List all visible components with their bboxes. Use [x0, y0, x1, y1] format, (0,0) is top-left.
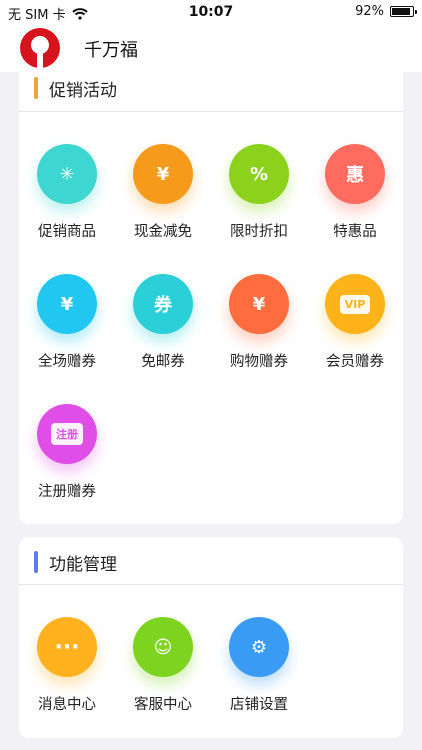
status-bar: 无 SIM 卡 10:07 92%: [0, 0, 422, 24]
grid-item-label: 现金减免: [134, 224, 192, 240]
grid-item[interactable]: ⚙ 店铺设置: [211, 617, 307, 727]
grid-item-label: 客服中心: [134, 697, 192, 713]
customer-service-icon: ☺: [133, 617, 193, 677]
grid-item-label: 全场赠券: [38, 354, 96, 370]
grid-item[interactable]: ··· 消息中心: [19, 617, 115, 727]
grid-item[interactable]: ☺ 客服中心: [115, 617, 211, 727]
message-bubble-icon: ···: [37, 617, 97, 677]
app-title: 千万福: [84, 40, 138, 61]
app-header: 千万福: [0, 24, 422, 72]
grid-item-label: 免邮券: [141, 354, 185, 370]
percent-badge-icon: %: [229, 144, 289, 204]
grid-item[interactable]: VIP 会员赠券: [307, 274, 403, 384]
grid-item-label: 会员赠券: [326, 354, 384, 370]
grid-item-label: 特惠品: [333, 224, 377, 240]
app-logo[interactable]: [20, 28, 60, 68]
section-title: 促销活动: [49, 81, 117, 101]
status-right: 92%: [355, 4, 417, 19]
battery-icon: [390, 6, 417, 17]
grid-item[interactable]: % 限时折扣: [211, 144, 307, 254]
grid-item[interactable]: ✳ 促销商品: [19, 144, 115, 254]
grid-item[interactable]: 惠特惠品: [307, 144, 403, 254]
receipt-yen-icon: ¥: [37, 274, 97, 334]
section-accent-bar: [34, 77, 38, 99]
grid-item[interactable]: ¥ 现金减免: [115, 144, 211, 254]
grid-item[interactable]: 券免邮券: [115, 274, 211, 384]
section-header: 功能管理: [19, 537, 403, 585]
vip-ticket-icon: VIP: [325, 274, 385, 334]
grid-item-label: 消息中心: [38, 697, 96, 713]
management-section: 功能管理 ··· 消息中心 ☺ 客服中心 ⚙ 店铺设置: [19, 537, 403, 738]
grid-item-label: 注册赠券: [38, 484, 96, 500]
promotion-section: 促销活动 ✳ 促销商品 ¥ 现金减免% 限时折扣 惠特惠品 ¥ 全场赠券 券免邮券 ¥ 购物赠券 VI…: [19, 72, 403, 524]
register-coupon-icon: 注册: [37, 404, 97, 464]
shopping-coupon-icon: ¥: [229, 274, 289, 334]
grid-item[interactable]: 注册 注册赠券: [19, 404, 115, 514]
battery-percent: 92%: [355, 4, 384, 19]
store-settings-icon: ⚙: [229, 617, 289, 677]
grid-item-label: 限时折扣: [230, 224, 288, 240]
grid-item-label: 店铺设置: [230, 697, 288, 713]
grid-item[interactable]: ¥ 购物赠券: [211, 274, 307, 384]
price-tag-icon: ✳: [37, 144, 97, 204]
yen-coin-icon: ¥: [133, 144, 193, 204]
grid-item-label: 促销商品: [38, 224, 96, 240]
grid-item-label: 购物赠券: [230, 354, 288, 370]
grid-item[interactable]: ¥ 全场赠券: [19, 274, 115, 384]
special-offer-icon: 惠: [325, 144, 385, 204]
free-shipping-coupon-icon: 券: [133, 274, 193, 334]
section-header: 促销活动: [19, 72, 403, 112]
section-title: 功能管理: [49, 555, 117, 575]
section-accent-bar: [34, 551, 38, 573]
